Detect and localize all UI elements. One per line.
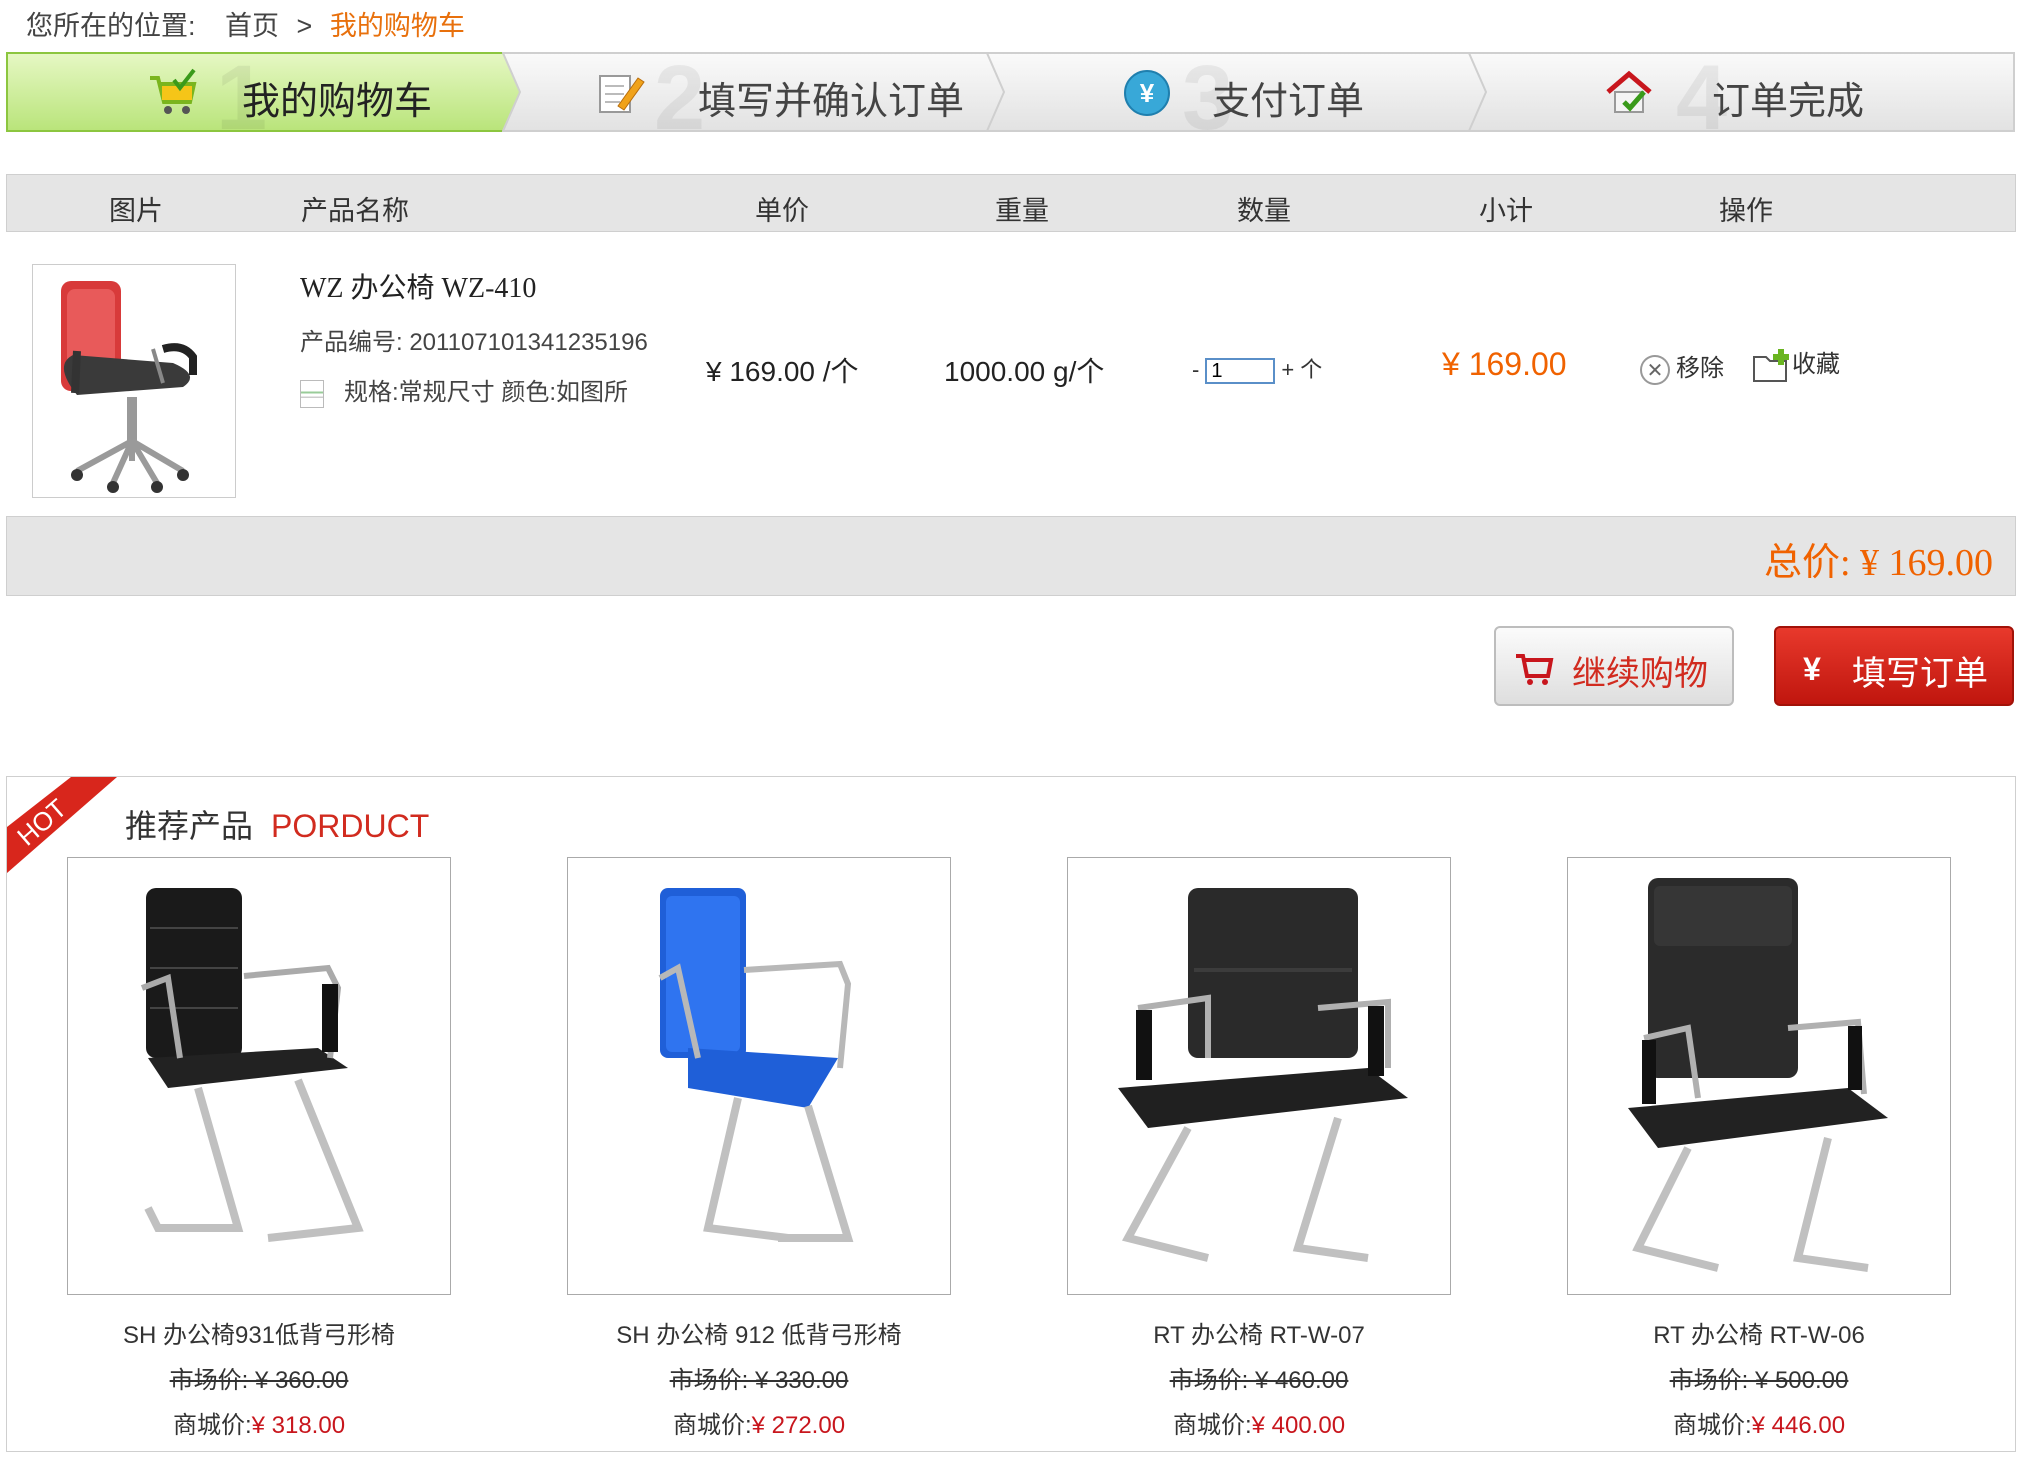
mall-price-label: 商城价: bbox=[1672, 1412, 1752, 1439]
cart-item-spec: 规格:常规尺寸 颜色:如图所 bbox=[300, 372, 628, 408]
highback-leather-chair-image bbox=[1628, 878, 1888, 1272]
step-cart: 1 我的购物车 bbox=[6, 47, 536, 149]
favorite-label: 收藏 bbox=[1792, 351, 1840, 378]
header-product-name: 产品名称 bbox=[301, 196, 409, 226]
step-label: 我的购物车 bbox=[242, 81, 433, 123]
product-card[interactable]: RT 办公椅 RT-W-06 市场价: ¥ 500.00 商城价:¥ 446.0… bbox=[1567, 857, 1951, 1440]
product-card[interactable]: SH 办公椅 912 低背弓形椅 市场价: ¥ 330.00 商城价:¥ 272… bbox=[567, 857, 951, 1440]
mall-price-value: ¥ 446.00 bbox=[1751, 1412, 1846, 1439]
recommended-title-en: PORDUCT bbox=[271, 808, 430, 844]
close-icon: ✕ bbox=[1640, 354, 1670, 385]
product-image[interactable] bbox=[567, 857, 951, 1295]
step-label: 填写并确认订单 bbox=[698, 81, 965, 123]
house-check-icon bbox=[1606, 70, 1652, 113]
breadcrumb-home-link[interactable]: 首页 bbox=[225, 11, 279, 41]
product-image[interactable] bbox=[1067, 857, 1451, 1295]
folder-add-icon bbox=[1753, 348, 1789, 382]
cart-item-unit-price: ¥ 169.00 /个 bbox=[706, 356, 859, 387]
product-name[interactable]: SH 办公椅931低背弓形椅 bbox=[67, 1315, 451, 1350]
favorite-button[interactable]: 收藏 bbox=[1752, 344, 1840, 383]
fill-order-button[interactable]: ¥ 填写订单 bbox=[1774, 626, 2014, 706]
breadcrumb-separator: > bbox=[296, 11, 313, 41]
mall-price: 商城价:¥ 446.00 bbox=[1567, 1405, 1951, 1440]
mall-price-label: 商城价: bbox=[1172, 1412, 1252, 1439]
blue-mesh-chair-image bbox=[658, 888, 854, 1242]
cart-table-header: 图片 产品名称 单价 重量 数量 小计 操作 bbox=[6, 174, 2016, 232]
cart-icon bbox=[150, 68, 197, 114]
cart-item-thumbnail[interactable] bbox=[32, 264, 236, 498]
edit-icon bbox=[599, 75, 645, 113]
mall-price: 商城价:¥ 400.00 bbox=[1067, 1405, 1451, 1440]
product-name[interactable]: RT 办公椅 RT-W-06 bbox=[1567, 1315, 1951, 1350]
recommended-products: HOT 推荐产品 PORDUCT SH 办公椅931低背弓形椅 市场价: ¥ 36… bbox=[6, 776, 2016, 1452]
svg-text:¥: ¥ bbox=[1140, 78, 1155, 108]
step-fill-order: 2 填写并确认订单 bbox=[502, 47, 1012, 149]
cart-icon bbox=[1516, 654, 1554, 685]
recommended-title: 推荐产品 PORDUCT bbox=[125, 801, 429, 847]
product-card[interactable]: RT 办公椅 RT-W-07 市场价: ¥ 460.00 商城价:¥ 400.0… bbox=[1067, 857, 1451, 1440]
step-pay: 3 ¥ 支付订单 bbox=[986, 47, 1496, 149]
product-name[interactable]: RT 办公椅 RT-W-07 bbox=[1067, 1315, 1451, 1350]
header-actions: 操作 bbox=[1719, 196, 1773, 226]
header-image: 图片 bbox=[109, 196, 163, 226]
quantity-increase-button[interactable]: + 个 bbox=[1281, 357, 1322, 382]
mall-price-value: ¥ 272.00 bbox=[751, 1412, 846, 1439]
market-price: 市场价: ¥ 460.00 bbox=[1169, 1367, 1349, 1394]
cart-item-code: 产品编号: 201107101341235196 bbox=[300, 329, 648, 356]
breadcrumb-prefix: 您所在的位置: bbox=[26, 11, 196, 41]
product-name[interactable]: SH 办公椅 912 低背弓形椅 bbox=[567, 1315, 951, 1350]
mall-price-value: ¥ 400.00 bbox=[1251, 1412, 1346, 1439]
cart-item-weight: 1000.00 g/个 bbox=[944, 356, 1105, 387]
remove-label: 移除 bbox=[1676, 355, 1724, 382]
fill-order-label: 填写订单 bbox=[1852, 655, 1988, 693]
cart-item-spec-text: 规格:常规尺寸 颜色:如图所 bbox=[344, 379, 629, 406]
total-bar: 总价: ¥ 169.00 bbox=[6, 516, 2016, 596]
breadcrumb-current: 我的购物车 bbox=[329, 11, 465, 41]
market-price: 市场价: ¥ 500.00 bbox=[1669, 1367, 1849, 1394]
recommended-title-cn: 推荐产品 bbox=[125, 808, 254, 844]
mall-price: 商城价:¥ 272.00 bbox=[567, 1405, 951, 1440]
product-card[interactable]: SH 办公椅931低背弓形椅 市场价: ¥ 360.00 商城价:¥ 318.0… bbox=[67, 857, 451, 1440]
checkout-steps: 1 我的购物车 2 填写并确认订单 3 ¥ 支付订单 4 订单完成 bbox=[6, 47, 2016, 149]
black-office-chair-image bbox=[140, 888, 364, 1242]
market-price: 市场价: ¥ 330.00 bbox=[669, 1367, 849, 1394]
cart-total: 总价: ¥ 169.00 bbox=[1763, 542, 1993, 584]
product-image[interactable] bbox=[1567, 857, 1951, 1295]
black-leather-chair-image bbox=[1118, 888, 1408, 1262]
cart-item-name[interactable]: WZ 办公椅 WZ-410 bbox=[300, 266, 536, 306]
header-weight: 重量 bbox=[995, 196, 1049, 226]
header-quantity: 数量 bbox=[1237, 196, 1291, 226]
quantity-stepper: - + 个 bbox=[1192, 352, 1322, 385]
mall-price-label: 商城价: bbox=[672, 1412, 752, 1439]
quantity-decrease-button[interactable]: - bbox=[1192, 357, 1199, 382]
continue-shopping-label: 继续购物 bbox=[1572, 655, 1708, 693]
continue-shopping-button[interactable]: 继续购物 bbox=[1494, 626, 1734, 706]
header-subtotal: 小计 bbox=[1479, 196, 1533, 226]
yen-coin-icon: ¥ bbox=[1124, 70, 1170, 116]
header-unit-price: 单价 bbox=[755, 196, 809, 226]
remove-button[interactable]: ✕ 移除 bbox=[1640, 348, 1724, 385]
breadcrumb: 您所在的位置: 首页 > 我的购物车 bbox=[26, 4, 465, 43]
yen-icon: ¥ bbox=[1803, 651, 1821, 686]
step-complete: 4 订单完成 bbox=[1468, 47, 2016, 149]
red-office-chair-image bbox=[61, 281, 197, 493]
product-image[interactable] bbox=[67, 857, 451, 1295]
mall-price-value: ¥ 318.00 bbox=[251, 1412, 346, 1439]
quantity-input[interactable] bbox=[1205, 358, 1276, 385]
svg-text:¥: ¥ bbox=[1803, 651, 1821, 686]
mall-price-label: 商城价: bbox=[172, 1412, 252, 1439]
market-price: 市场价: ¥ 360.00 bbox=[169, 1367, 349, 1394]
step-label: 订单完成 bbox=[1712, 81, 1865, 123]
mall-price: 商城价:¥ 318.00 bbox=[67, 1405, 451, 1440]
cart-item-subtotal: ¥ 169.00 bbox=[1442, 346, 1567, 382]
document-icon bbox=[300, 379, 324, 408]
step-label: 支付订单 bbox=[1212, 81, 1365, 123]
